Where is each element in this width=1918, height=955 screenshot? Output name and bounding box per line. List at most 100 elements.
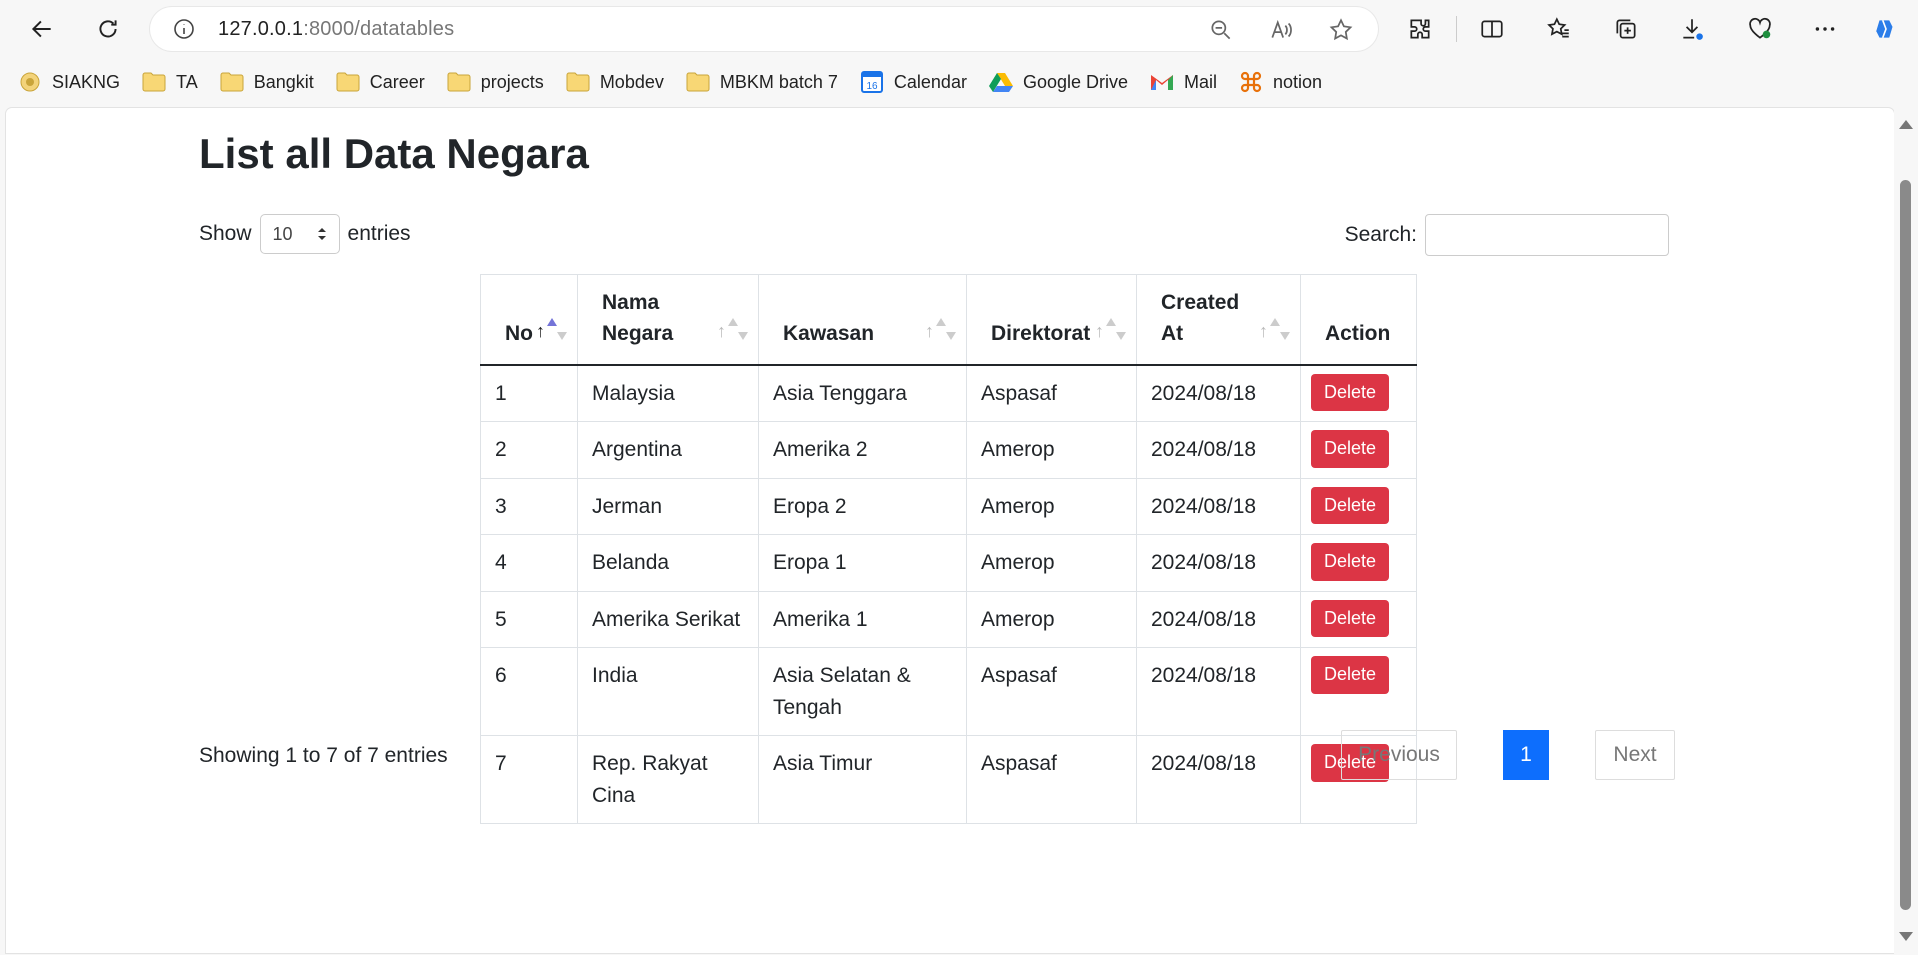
bookmark-notion[interactable]: notion xyxy=(1239,71,1322,93)
folder-icon xyxy=(686,71,710,93)
column-header-nama-negara[interactable]: Nama Negara ↑ xyxy=(577,274,759,366)
bookmark-mobdev[interactable]: Mobdev xyxy=(566,71,664,93)
downloads-icon[interactable] xyxy=(1672,9,1712,49)
cell-kawasan: Asia Tenggara xyxy=(758,364,967,422)
folder-icon xyxy=(447,71,471,93)
cell-no: 2 xyxy=(480,421,578,479)
data-table: No ↑ Nama Negara ↑ Kawasan ↑ Direktorat … xyxy=(480,274,1417,824)
more-menu-icon[interactable] xyxy=(1805,9,1845,49)
bookmark-calendar[interactable]: 16 Calendar xyxy=(860,71,967,93)
address-bar[interactable]: 127.0.0.1:8000/datatables xyxy=(150,7,1378,51)
cell-action: Delete xyxy=(1300,364,1417,422)
page-content: List all Data Negara Show 10 entries Sea… xyxy=(6,108,1894,953)
bookmark-label: Career xyxy=(369,71,425,92)
cell-direktorat: Amerop xyxy=(966,477,1137,535)
previous-page-button[interactable]: Previous xyxy=(1341,730,1457,780)
scrollbar-thumb[interactable] xyxy=(1900,180,1911,910)
cell-created-at: 2024/08/18 xyxy=(1136,534,1301,592)
entries-length-control: Show 10 entries xyxy=(199,214,411,254)
bookmark-google-drive[interactable]: Google Drive xyxy=(988,71,1128,93)
search-label: Search: xyxy=(1344,223,1417,246)
bookmark-label: Mail xyxy=(1184,71,1218,92)
sort-asc-icon: ↑ xyxy=(536,317,567,340)
cell-action: Delete xyxy=(1300,421,1417,479)
folder-icon xyxy=(142,71,166,93)
collections-icon[interactable] xyxy=(1606,9,1646,49)
calendar-icon: 16 xyxy=(860,71,884,93)
site-info-icon[interactable] xyxy=(172,17,196,41)
bookmark-label: Bangkit xyxy=(253,71,314,92)
back-arrow-icon[interactable] xyxy=(22,9,62,49)
bookmark-career[interactable]: Career xyxy=(336,71,425,93)
delete-button[interactable]: Delete xyxy=(1311,599,1390,638)
pagination: Previous 1 Next xyxy=(1341,730,1675,780)
table-row: 5 Amerika Serikat Amerika 1 Amerop 2024/08/1… xyxy=(480,590,1417,648)
delete-button[interactable]: Delete xyxy=(1311,373,1390,412)
search-control: Search: xyxy=(1345,214,1669,256)
table-row: 3 Jerman Eropa 2 Amerop 2024/08/18 Delete xyxy=(480,477,1417,535)
cell-no: 3 xyxy=(480,477,578,535)
bookmark-mbkm-batch-7[interactable]: MBKM batch 7 xyxy=(686,71,838,93)
entries-select[interactable]: 10 xyxy=(259,214,340,254)
cell-no: 5 xyxy=(480,590,578,648)
folder-icon xyxy=(566,71,590,93)
cell-nama-negara: Amerika Serikat xyxy=(577,590,759,648)
bookmark-label: notion xyxy=(1273,71,1323,92)
entries-select-value: 10 xyxy=(272,223,293,244)
delete-button[interactable]: Delete xyxy=(1311,486,1390,525)
delete-button[interactable]: Delete xyxy=(1311,543,1390,581)
cell-created-at: 2024/08/18 xyxy=(1136,647,1301,736)
extensions-icon[interactable] xyxy=(1400,9,1440,49)
sort-icon: ↑ xyxy=(717,317,748,340)
sort-icon: ↑ xyxy=(925,317,956,340)
bookmark-ta[interactable]: TA xyxy=(142,71,198,93)
bookmark-siakng[interactable]: SIAKNG xyxy=(18,71,120,93)
cell-no: 4 xyxy=(480,534,578,592)
split-screen-icon[interactable] xyxy=(1472,9,1512,49)
google-drive-icon xyxy=(988,71,1013,93)
bookmark-bangkit[interactable]: Bangkit xyxy=(220,71,314,93)
cell-nama-negara: Belanda xyxy=(577,534,759,592)
cell-nama-negara: Malaysia xyxy=(577,364,759,422)
seal-icon xyxy=(18,71,42,93)
bookmark-mail[interactable]: Mail xyxy=(1150,71,1217,93)
cell-nama-negara: Argentina xyxy=(577,421,759,479)
browser-toolbar: 127.0.0.1:8000/datatables xyxy=(0,0,1918,58)
select-updown-icon xyxy=(317,228,326,240)
cell-kawasan: Asia Timur xyxy=(758,735,967,824)
reload-icon[interactable] xyxy=(88,9,128,49)
zoom-icon[interactable] xyxy=(1208,17,1234,43)
column-header-action: Action xyxy=(1300,274,1417,366)
table-header-row: No ↑ Nama Negara ↑ Kawasan ↑ Direktorat … xyxy=(480,274,1417,366)
vertical-scrollbar[interactable] xyxy=(1894,108,1918,955)
scroll-up-arrow-icon[interactable] xyxy=(1899,120,1913,129)
cell-nama-negara: India xyxy=(577,647,759,736)
cell-nama-negara: Rep. Rakyat Cina xyxy=(577,735,759,824)
bookmark-label: projects xyxy=(480,71,544,92)
next-page-button[interactable]: Next xyxy=(1595,730,1675,780)
cell-kawasan: Amerika 2 xyxy=(758,421,967,479)
favorites-icon[interactable] xyxy=(1539,9,1579,49)
cell-kawasan: Eropa 1 xyxy=(758,534,967,592)
browser-essentials-icon[interactable] xyxy=(1740,9,1780,49)
page-1-button[interactable]: 1 xyxy=(1503,730,1549,780)
copilot-icon[interactable] xyxy=(1866,9,1906,49)
cell-created-at: 2024/08/18 xyxy=(1136,421,1301,479)
favorite-star-icon[interactable] xyxy=(1328,17,1354,43)
column-header-direktorat[interactable]: Direktorat ↑ xyxy=(966,274,1137,366)
delete-button[interactable]: Delete xyxy=(1311,656,1390,694)
table-row: 7 Rep. Rakyat Cina Asia Timur Aspasaf 2024/0… xyxy=(480,735,1417,824)
read-aloud-icon[interactable] xyxy=(1268,17,1294,43)
cell-action: Delete xyxy=(1300,647,1417,736)
search-input[interactable] xyxy=(1425,214,1669,256)
bookmark-projects[interactable]: projects xyxy=(447,71,544,93)
bookmark-label: SIAKNG xyxy=(52,71,121,92)
delete-button[interactable]: Delete xyxy=(1311,430,1390,468)
svg-text:16: 16 xyxy=(866,81,878,92)
column-header-no[interactable]: No ↑ xyxy=(480,274,578,366)
scroll-down-arrow-icon[interactable] xyxy=(1899,932,1913,941)
table-row: 4 Belanda Eropa 1 Amerop 2024/08/18 Delete xyxy=(480,534,1417,592)
column-header-kawasan[interactable]: Kawasan ↑ xyxy=(758,274,967,366)
cell-kawasan: Eropa 2 xyxy=(758,477,967,535)
column-header-created-at[interactable]: Created At ↑ xyxy=(1136,274,1301,366)
